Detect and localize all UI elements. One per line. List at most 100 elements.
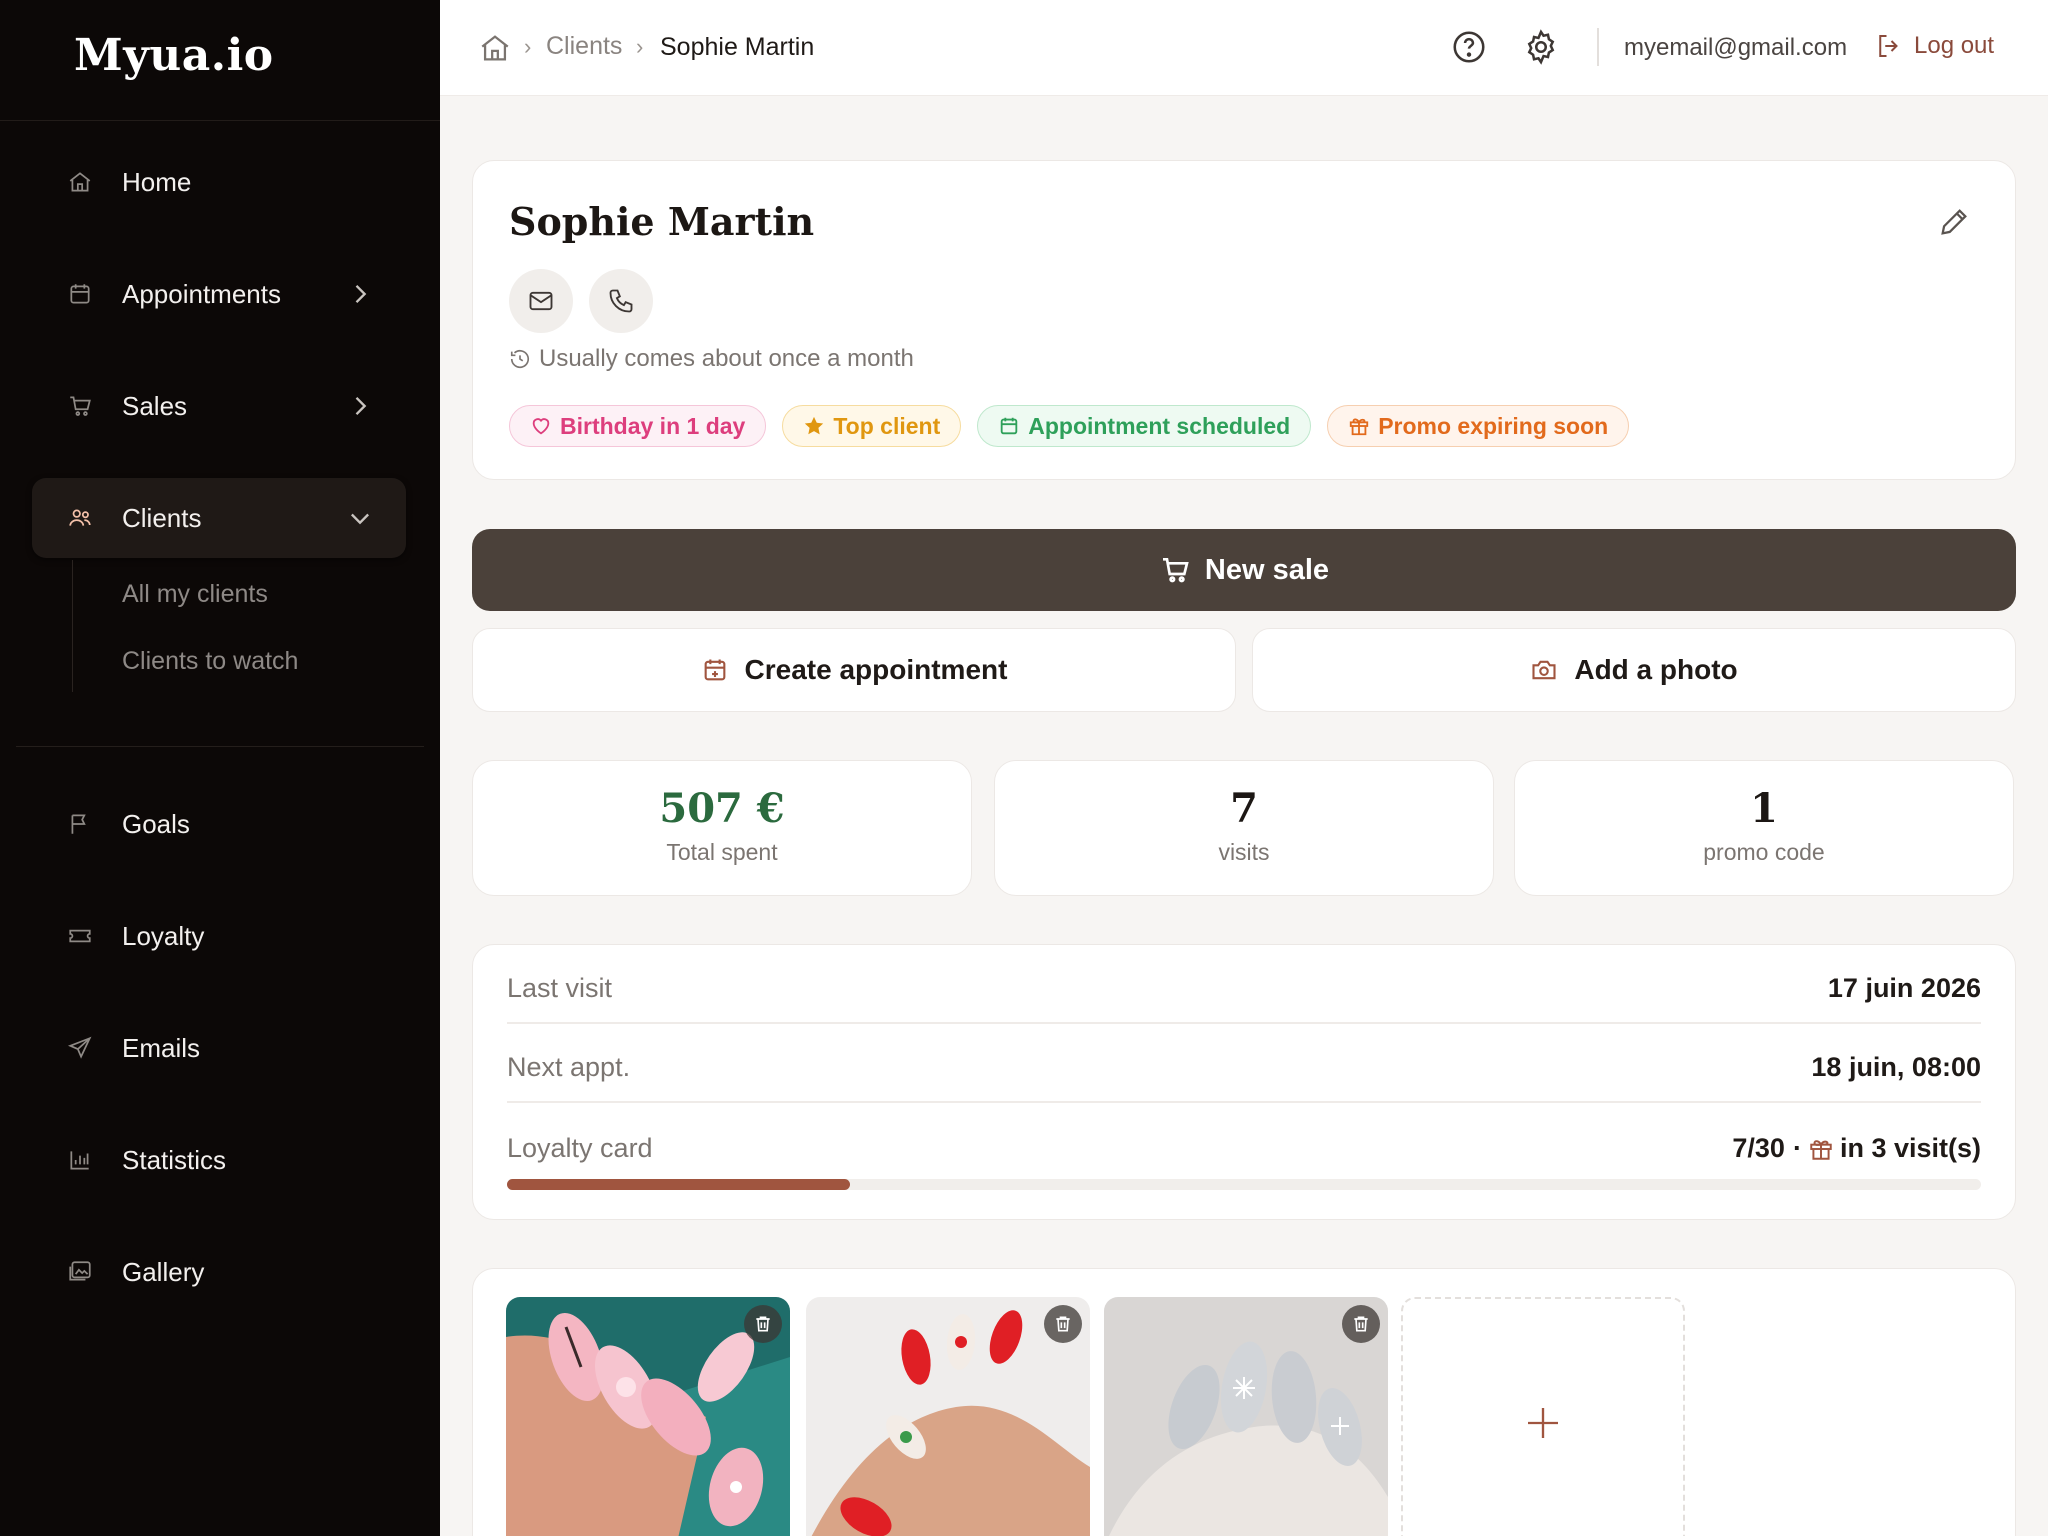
app-logo[interactable]: Myua.io bbox=[74, 30, 274, 81]
email-client-button[interactable] bbox=[509, 269, 573, 333]
camera-icon bbox=[1532, 660, 1556, 680]
logout-button[interactable]: Log out bbox=[1874, 31, 1994, 61]
tag-label: Birthday in 1 day bbox=[560, 412, 746, 439]
help-icon[interactable] bbox=[1450, 28, 1488, 66]
trash-icon bbox=[1056, 1316, 1070, 1332]
stat-label: visits bbox=[1218, 839, 1270, 865]
delete-photo-button[interactable] bbox=[744, 1305, 782, 1343]
sidebar-divider bbox=[0, 120, 440, 121]
stat-label: Total spent bbox=[666, 839, 778, 865]
loyalty-progress-fill bbox=[507, 1179, 851, 1190]
tag-promo-expiring: Promo expiring soon bbox=[1327, 405, 1630, 447]
info-label: Last visit bbox=[507, 973, 613, 1003]
chevron-right-icon bbox=[355, 397, 367, 415]
sidebar-divider bbox=[16, 746, 424, 747]
add-photo-tile[interactable] bbox=[1401, 1297, 1685, 1536]
sidebar-item-label: Emails bbox=[122, 1032, 201, 1063]
topbar-divider bbox=[1597, 28, 1599, 66]
info-value: 17 juin 2026 bbox=[1827, 973, 1981, 1003]
ticket-icon bbox=[64, 920, 96, 952]
info-row-last-visit: Last visit 17 juin 2026 bbox=[507, 945, 1981, 1024]
client-info-card: Last visit 17 juin 2026 Next appt. 18 ju… bbox=[472, 944, 2016, 1220]
gift-icon bbox=[1810, 1139, 1832, 1160]
logout-icon bbox=[1879, 35, 1898, 57]
stat-value: 507 € bbox=[659, 785, 785, 832]
chevron-down-icon bbox=[351, 513, 369, 525]
sidebar-item-gallery[interactable]: Gallery bbox=[32, 1232, 406, 1312]
sidebar-item-clients[interactable]: Clients bbox=[32, 478, 406, 558]
stat-promo-code: 1 promo code bbox=[1514, 760, 2014, 896]
info-row-next-appt: Next appt. 18 juin, 08:00 bbox=[507, 1024, 1981, 1103]
sidebar-item-appointments[interactable]: Appointments bbox=[32, 254, 406, 334]
sidebar-item-label: Goals bbox=[122, 808, 190, 839]
image-icon bbox=[64, 1256, 96, 1288]
stat-label: promo code bbox=[1703, 839, 1825, 865]
sidebar-item-label: Clients bbox=[122, 502, 202, 533]
breadcrumb-clients[interactable]: Clients bbox=[546, 32, 622, 61]
history-icon bbox=[510, 350, 530, 369]
home-icon[interactable] bbox=[478, 31, 512, 65]
info-row-loyalty-card: Loyalty card 7/30 · in 3 visit(s) bbox=[507, 1105, 1981, 1184]
client-profile-card: Sophie Martin Usually comes about once a… bbox=[472, 160, 2016, 480]
sidebar-item-goals[interactable]: Goals bbox=[32, 784, 406, 864]
trash-icon bbox=[1354, 1316, 1368, 1332]
calendar-icon bbox=[1000, 417, 1018, 435]
breadcrumb-separator: › bbox=[636, 34, 644, 59]
stat-total-spent: 507 € Total spent bbox=[472, 760, 972, 896]
calendar-icon bbox=[64, 278, 96, 310]
tag-appointment-scheduled: Appointment scheduled bbox=[977, 405, 1312, 447]
chevron-right-icon bbox=[355, 285, 367, 303]
add-photo-label: Add a photo bbox=[1574, 654, 1738, 685]
user-email: myemail@gmail.com bbox=[1624, 34, 1848, 61]
info-label: Next appt. bbox=[507, 1052, 631, 1082]
tag-label: Promo expiring soon bbox=[1378, 412, 1609, 439]
sidebar-item-sales[interactable]: Sales bbox=[32, 366, 406, 446]
visit-frequency-text: Usually comes about once a month bbox=[539, 345, 914, 372]
delete-photo-button[interactable] bbox=[1044, 1305, 1082, 1343]
new-sale-button[interactable]: New sale bbox=[472, 529, 2016, 611]
flag-icon bbox=[64, 808, 96, 840]
gallery-photo[interactable] bbox=[506, 1297, 790, 1536]
submenu-all-clients[interactable]: All my clients bbox=[122, 580, 268, 609]
sidebar-item-loyalty[interactable]: Loyalty bbox=[32, 896, 406, 976]
breadcrumb-separator: › bbox=[524, 34, 532, 59]
stat-value: 7 bbox=[1230, 785, 1258, 832]
gallery-photo[interactable] bbox=[806, 1297, 1090, 1536]
gear-icon[interactable] bbox=[1522, 28, 1560, 66]
cart-icon bbox=[64, 390, 96, 422]
call-client-button[interactable] bbox=[589, 269, 653, 333]
submenu-clients-to-watch[interactable]: Clients to watch bbox=[122, 647, 298, 676]
tag-birthday: Birthday in 1 day bbox=[509, 405, 767, 447]
sidebar-item-label: Gallery bbox=[122, 1256, 205, 1287]
pencil-icon[interactable] bbox=[1937, 205, 1971, 239]
loyalty-progress-bar bbox=[507, 1179, 1981, 1190]
photo-gallery bbox=[472, 1268, 2016, 1536]
sidebar-item-label: Statistics bbox=[122, 1144, 227, 1175]
create-appointment-label: Create appointment bbox=[744, 654, 1008, 685]
home-icon bbox=[64, 166, 96, 198]
sidebar: Myua.io Home Appointments Sales Clients … bbox=[0, 0, 440, 1536]
heart-icon bbox=[532, 418, 550, 435]
submenu-line bbox=[72, 560, 73, 692]
phone-icon bbox=[609, 289, 633, 313]
users-icon bbox=[64, 502, 96, 534]
client-name: Sophie Martin bbox=[509, 199, 815, 244]
sidebar-item-label: Appointments bbox=[122, 278, 281, 309]
create-appointment-button[interactable]: Create appointment bbox=[472, 628, 1236, 712]
sidebar-item-statistics[interactable]: Statistics bbox=[32, 1120, 406, 1200]
sidebar-item-home[interactable]: Home bbox=[32, 142, 406, 222]
star-icon bbox=[805, 416, 824, 435]
calendar-plus-icon bbox=[704, 659, 725, 681]
loyalty-summary: 7/30 · in 3 visit(s) bbox=[1732, 1133, 1981, 1164]
visit-frequency: Usually comes about once a month bbox=[509, 345, 914, 373]
delete-photo-button[interactable] bbox=[1342, 1305, 1380, 1343]
add-photo-button[interactable]: Add a photo bbox=[1252, 628, 2016, 712]
client-tags: Birthday in 1 day Top client Appointment… bbox=[509, 405, 1630, 447]
sidebar-item-emails[interactable]: Emails bbox=[32, 1008, 406, 1088]
loyalty-reward-text: in 3 visit(s) bbox=[1839, 1133, 1981, 1163]
gallery-photo[interactable] bbox=[1104, 1297, 1388, 1536]
sidebar-item-label: Home bbox=[122, 166, 192, 197]
gift-icon bbox=[1350, 418, 1369, 436]
breadcrumb-current: Sophie Martin bbox=[660, 33, 815, 61]
trash-icon bbox=[756, 1316, 770, 1332]
